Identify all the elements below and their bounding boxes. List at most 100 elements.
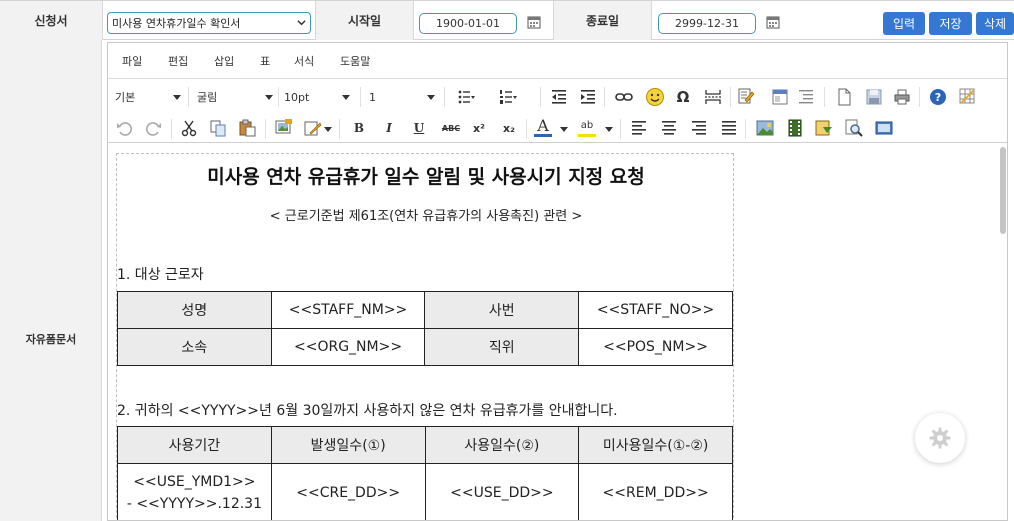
undo-icon[interactable] — [115, 119, 133, 137]
end-date-label: 종료일 — [554, 1, 651, 40]
table-cell: <<ORG_NM>> — [270, 328, 426, 366]
delete-button[interactable]: 삭제 — [976, 12, 1014, 35]
print-icon[interactable] — [893, 88, 911, 106]
dropdown-arrow-icon — [427, 95, 435, 100]
save-disk-icon[interactable] — [865, 88, 883, 106]
toolbar-separator — [339, 119, 340, 139]
subscript-icon[interactable]: x₂ — [500, 119, 518, 137]
template-select[interactable]: 미사용 연차휴가일수 확인서 — [107, 12, 311, 34]
insert-image-icon[interactable] — [275, 118, 293, 136]
align-right-icon[interactable] — [690, 119, 708, 137]
chevron-down-icon — [297, 20, 306, 26]
align-justify-icon[interactable] — [720, 119, 738, 137]
align-block-icon[interactable] — [797, 88, 815, 106]
toolbar-separator — [919, 87, 920, 107]
menu-help[interactable]: 도움말 — [340, 53, 370, 69]
special-char-icon[interactable]: Ω — [674, 88, 692, 106]
font-family-select[interactable]: 굴림 — [197, 87, 273, 107]
table-cell: <<USE_DD>> — [424, 463, 580, 520]
menu-edit[interactable]: 편집 — [168, 53, 188, 69]
gear-icon — [929, 427, 951, 449]
employee-info-table: 성명 <<STAFF_NM>> 사번 <<STAFF_NO>> 소속 <<ORG… — [117, 291, 733, 366]
input-button[interactable]: 입력 — [883, 12, 925, 35]
calendar-icon[interactable] — [766, 15, 780, 29]
approval-form-screen: 신청서 미사용 연차휴가일수 확인서 시작일 1900-01-01 종료일 29… — [0, 0, 1014, 521]
link-icon[interactable] — [615, 88, 633, 106]
font-family-value: 굴림 — [197, 91, 218, 104]
menu-file[interactable]: 파일 — [122, 53, 142, 69]
form-header-row: 신청서 미사용 연차휴가일수 확인서 시작일 1900-01-01 종료일 29… — [0, 0, 1014, 40]
column-header: 미사용일수(①-②) — [578, 426, 733, 464]
strikethrough-icon[interactable]: ABC — [440, 119, 462, 137]
table-row: 성명 <<STAFF_NM>> 사번 <<STAFF_NO>> — [117, 291, 733, 329]
help-glyph: ? — [935, 91, 941, 104]
underline-icon[interactable]: U — [410, 119, 428, 137]
align-center-icon[interactable] — [660, 119, 678, 137]
form-icon[interactable] — [815, 119, 833, 137]
bold-icon[interactable]: B — [350, 119, 368, 137]
edit-document-icon[interactable] — [737, 87, 755, 105]
page-break-icon[interactable] — [704, 88, 722, 106]
highlight-icon[interactable]: ab — [578, 117, 596, 137]
section-1-heading: 1. 대상 근로자 — [117, 267, 204, 283]
menu-table[interactable]: 표 — [260, 53, 270, 69]
paragraph-style-value: 기본 — [115, 91, 136, 104]
toolbar-separator — [745, 119, 746, 139]
start-date-input[interactable]: 1900-01-01 — [419, 13, 517, 34]
menu-format[interactable]: 서식 — [294, 53, 314, 69]
table-cell: 성명 — [117, 291, 272, 329]
toolbar-separator — [278, 87, 279, 107]
toolbar-separator — [526, 119, 527, 139]
italic-icon[interactable]: I — [380, 119, 398, 137]
help-icon[interactable]: ? — [929, 88, 947, 106]
grid-icon[interactable] — [958, 87, 976, 105]
preview-icon[interactable] — [875, 119, 893, 137]
editor-content-area[interactable]: 미사용 연차 유급휴가 일수 알림 및 사용시기 지정 요청 < 근로기준법 제… — [108, 144, 1007, 520]
settings-floating-button[interactable] — [915, 413, 965, 463]
vertical-scrollbar[interactable] — [997, 144, 1007, 520]
dropdown-arrow-icon — [173, 95, 181, 100]
font-size-select[interactable]: 10pt — [284, 87, 350, 107]
bullet-list-icon[interactable] — [457, 88, 475, 106]
superscript-icon[interactable]: x² — [470, 119, 488, 137]
toolbar-separator — [824, 87, 825, 107]
template-icon[interactable] — [771, 88, 789, 106]
applicant-label: 신청서 — [0, 1, 102, 40]
redo-icon[interactable] — [145, 119, 163, 137]
rich-text-editor: 파일 편집 삽입 표 서식 도움말 기본 굴림 10pt 1 Ω ? B I U… — [107, 42, 1008, 521]
period-start: <<USE_YMD1>> — [133, 473, 256, 490]
scrollbar-thumb[interactable] — [1000, 147, 1006, 234]
copy-icon[interactable] — [209, 119, 227, 137]
paragraph-style-select[interactable]: 기본 — [115, 87, 181, 107]
find-icon[interactable] — [845, 119, 863, 137]
line-height-value: 1 — [369, 90, 376, 104]
period-end: - <<YYYY>>.12.31 — [126, 495, 262, 512]
dropdown-arrow-icon — [605, 127, 613, 132]
editor-menubar: 파일 편집 삽입 표 서식 도움말 — [108, 43, 1007, 79]
toolbar-separator — [620, 119, 621, 139]
table-cell: 소속 — [117, 328, 272, 366]
font-color-icon[interactable]: A — [534, 116, 552, 137]
align-left-icon[interactable] — [630, 119, 648, 137]
cut-icon[interactable] — [180, 119, 198, 137]
end-date-input[interactable]: 2999-12-31 — [658, 13, 756, 34]
toolbar-separator — [360, 87, 361, 107]
new-document-icon[interactable] — [835, 88, 853, 106]
save-button[interactable]: 저장 — [929, 12, 972, 35]
edit-style-icon[interactable] — [304, 119, 322, 137]
left-label-column: 자유폼문서 — [0, 40, 102, 521]
numbered-list-icon[interactable] — [499, 88, 517, 106]
menu-insert[interactable]: 삽입 — [214, 53, 234, 69]
emoji-icon[interactable] — [645, 87, 665, 107]
toolbar-separator — [265, 119, 266, 139]
table-cell: <<CRE_DD>> — [270, 463, 426, 520]
line-height-select[interactable]: 1 — [369, 87, 435, 107]
image-icon[interactable] — [756, 119, 774, 137]
document-page: 미사용 연차 유급휴가 일수 알림 및 사용시기 지정 요청 < 근로기준법 제… — [116, 153, 734, 520]
calendar-icon[interactable] — [527, 15, 541, 29]
table-cell: 사번 — [424, 291, 580, 329]
film-icon[interactable] — [786, 119, 804, 137]
paste-icon[interactable] — [238, 119, 256, 137]
indent-icon[interactable] — [579, 88, 597, 106]
outdent-icon[interactable] — [550, 88, 568, 106]
